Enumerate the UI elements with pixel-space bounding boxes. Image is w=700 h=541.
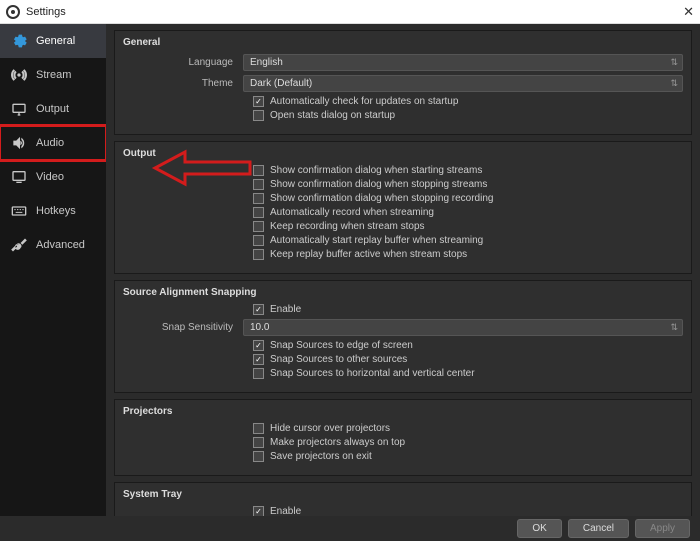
checkbox-label: Hide cursor over projectors [270, 423, 390, 434]
app-logo-icon [6, 5, 20, 19]
sidebar-item-output[interactable]: Output [0, 92, 106, 126]
checkbox-label: Open stats dialog on startup [270, 110, 395, 121]
sidebar-item-label: General [36, 35, 75, 47]
group-title: Projectors [123, 406, 683, 417]
checkbox-stats-startup[interactable] [253, 110, 264, 121]
sidebar-item-hotkeys[interactable]: Hotkeys [0, 194, 106, 228]
checkbox-hide-cursor[interactable] [253, 423, 264, 434]
chevron-updown-icon: ⇅ [670, 78, 678, 89]
checkbox-label: Keep recording when stream stops [270, 221, 425, 232]
sidebar: General Stream Output Audio Video [0, 24, 106, 516]
sidebar-item-advanced[interactable]: Advanced [0, 228, 106, 262]
titlebar: Settings ✕ [0, 0, 700, 24]
gear-icon [10, 32, 28, 50]
sidebar-item-label: Video [36, 171, 64, 183]
checkbox-label: Automatically start replay buffer when s… [270, 235, 483, 246]
checkbox-label: Snap Sources to horizontal and vertical … [270, 368, 475, 379]
sidebar-item-general[interactable]: General [0, 24, 106, 58]
checkbox-confirm-start-stream[interactable] [253, 165, 264, 176]
theme-select[interactable]: Dark (Default)⇅ [243, 75, 683, 92]
group-title: Source Alignment Snapping [123, 287, 683, 298]
checkbox-auto-replay-buffer[interactable] [253, 235, 264, 246]
checkbox-label: Show confirmation dialog when stopping s… [270, 179, 487, 190]
sidebar-item-stream[interactable]: Stream [0, 58, 106, 92]
checkbox-always-on-top[interactable] [253, 437, 264, 448]
stepper-icon: ⇅ [670, 322, 678, 333]
ok-button[interactable]: OK [517, 519, 561, 538]
sidebar-item-label: Advanced [36, 239, 85, 251]
group-general: General Language English⇅ Theme Dark (De… [114, 30, 692, 135]
group-output: Output Show confirmation dialog when sta… [114, 141, 692, 274]
sidebar-item-label: Audio [36, 137, 64, 149]
checkbox-snap-center[interactable] [253, 368, 264, 379]
cancel-button[interactable]: Cancel [568, 519, 629, 538]
chevron-updown-icon: ⇅ [670, 57, 678, 68]
output-icon [10, 100, 28, 118]
tools-icon [10, 236, 28, 254]
snap-sensitivity-label: Snap Sensitivity [123, 322, 243, 333]
sidebar-item-label: Hotkeys [36, 205, 76, 217]
checkbox-keep-recording[interactable] [253, 221, 264, 232]
checkbox-snap-enable[interactable] [253, 304, 264, 315]
sidebar-item-video[interactable]: Video [0, 160, 106, 194]
sidebar-item-label: Output [36, 103, 69, 115]
apply-button[interactable]: Apply [635, 519, 690, 538]
group-projectors: Projectors Hide cursor over projectors M… [114, 399, 692, 476]
group-system-tray: System Tray Enable Minimize to system tr… [114, 482, 692, 516]
footer: OK Cancel Apply [0, 516, 700, 541]
checkbox-label: Automatically check for updates on start… [270, 96, 458, 107]
checkbox-label: Show confirmation dialog when starting s… [270, 165, 482, 176]
keyboard-icon [10, 202, 28, 220]
language-select[interactable]: English⇅ [243, 54, 683, 71]
checkbox-label: Show confirmation dialog when stopping r… [270, 193, 493, 204]
theme-label: Theme [123, 78, 243, 89]
broadcast-icon [10, 66, 28, 84]
checkbox-confirm-stop-record[interactable] [253, 193, 264, 204]
speaker-icon [10, 134, 28, 152]
checkbox-save-projectors[interactable] [253, 451, 264, 462]
content-pane: General Language English⇅ Theme Dark (De… [106, 24, 700, 516]
checkbox-label: Enable [270, 506, 301, 516]
checkbox-snap-other[interactable] [253, 354, 264, 365]
window-title: Settings [26, 6, 66, 18]
language-label: Language [123, 57, 243, 68]
checkbox-label: Snap Sources to edge of screen [270, 340, 413, 351]
snap-sensitivity-input[interactable]: 10.0⇅ [243, 319, 683, 336]
checkbox-label: Enable [270, 304, 301, 315]
group-title: System Tray [123, 489, 683, 500]
checkbox-confirm-stop-stream[interactable] [253, 179, 264, 190]
checkbox-label: Make projectors always on top [270, 437, 405, 448]
checkbox-label: Automatically record when streaming [270, 207, 434, 218]
checkbox-keep-replay-buffer[interactable] [253, 249, 264, 260]
checkbox-snap-edge[interactable] [253, 340, 264, 351]
close-icon[interactable]: ✕ [683, 4, 694, 20]
checkbox-auto-record[interactable] [253, 207, 264, 218]
monitor-icon [10, 168, 28, 186]
group-snapping: Source Alignment Snapping Enable Snap Se… [114, 280, 692, 393]
group-title: General [123, 37, 683, 48]
sidebar-item-label: Stream [36, 69, 71, 81]
checkbox-tray-enable[interactable] [253, 506, 264, 516]
group-title: Output [123, 148, 683, 159]
checkbox-label: Snap Sources to other sources [270, 354, 407, 365]
checkbox-label: Save projectors on exit [270, 451, 372, 462]
sidebar-item-audio[interactable]: Audio [0, 126, 106, 160]
checkbox-label: Keep replay buffer active when stream st… [270, 249, 467, 260]
checkbox-auto-updates[interactable] [253, 96, 264, 107]
